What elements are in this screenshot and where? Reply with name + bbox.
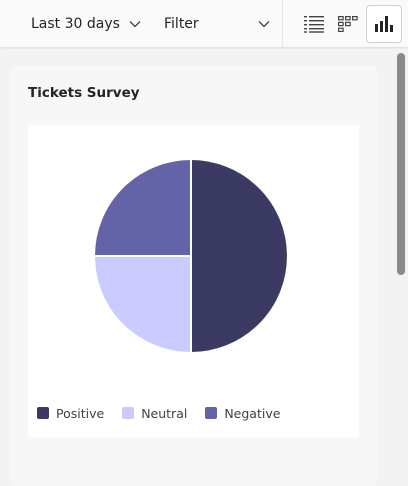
legend-item-positive[interactable]: Positive xyxy=(37,406,104,421)
card-title: Tickets Survey xyxy=(28,85,140,101)
scrollbar-thumb[interactable] xyxy=(397,53,405,275)
legend-label: Neutral xyxy=(141,405,188,421)
legend-swatch xyxy=(122,407,135,419)
pie-chart xyxy=(92,157,289,355)
grid-view-icon xyxy=(338,16,358,32)
pie-slice-negative[interactable] xyxy=(92,157,192,257)
chart-legend: Positive Neutral Negative xyxy=(37,404,298,422)
legend-item-negative[interactable]: Negative xyxy=(205,406,280,421)
tickets-survey-card: Tickets Survey Positive Neutral Negative xyxy=(11,66,377,486)
filter-dropdown[interactable]: Filter xyxy=(164,0,272,48)
pie-slice-neutral[interactable] xyxy=(92,255,192,355)
list-view-button[interactable] xyxy=(297,6,331,42)
chart-view-button[interactable] xyxy=(366,5,402,43)
legend-label: Positive xyxy=(56,405,105,421)
content-area: Tickets Survey Positive Neutral Negative xyxy=(0,49,395,486)
pie-slice-positive[interactable] xyxy=(190,157,289,355)
list-view-icon xyxy=(304,16,324,33)
legend-label: Negative xyxy=(224,405,281,421)
chevron-down-icon xyxy=(129,21,141,28)
legend-item-neutral[interactable]: Neutral xyxy=(122,406,187,421)
filter-label: Filter xyxy=(164,16,199,32)
scrollbar[interactable] xyxy=(395,49,408,474)
grid-view-button[interactable] xyxy=(331,6,365,42)
date-range-label: Last 30 days xyxy=(31,16,120,32)
view-switcher xyxy=(282,0,408,48)
chart-container: Positive Neutral Negative xyxy=(28,125,359,437)
bar-chart-icon xyxy=(375,16,393,32)
toolbar: Last 30 days Filter xyxy=(0,0,408,48)
legend-swatch xyxy=(37,407,49,419)
date-range-dropdown[interactable]: Last 30 days xyxy=(31,0,143,48)
legend-swatch xyxy=(205,407,218,419)
chevron-down-icon xyxy=(258,21,270,28)
